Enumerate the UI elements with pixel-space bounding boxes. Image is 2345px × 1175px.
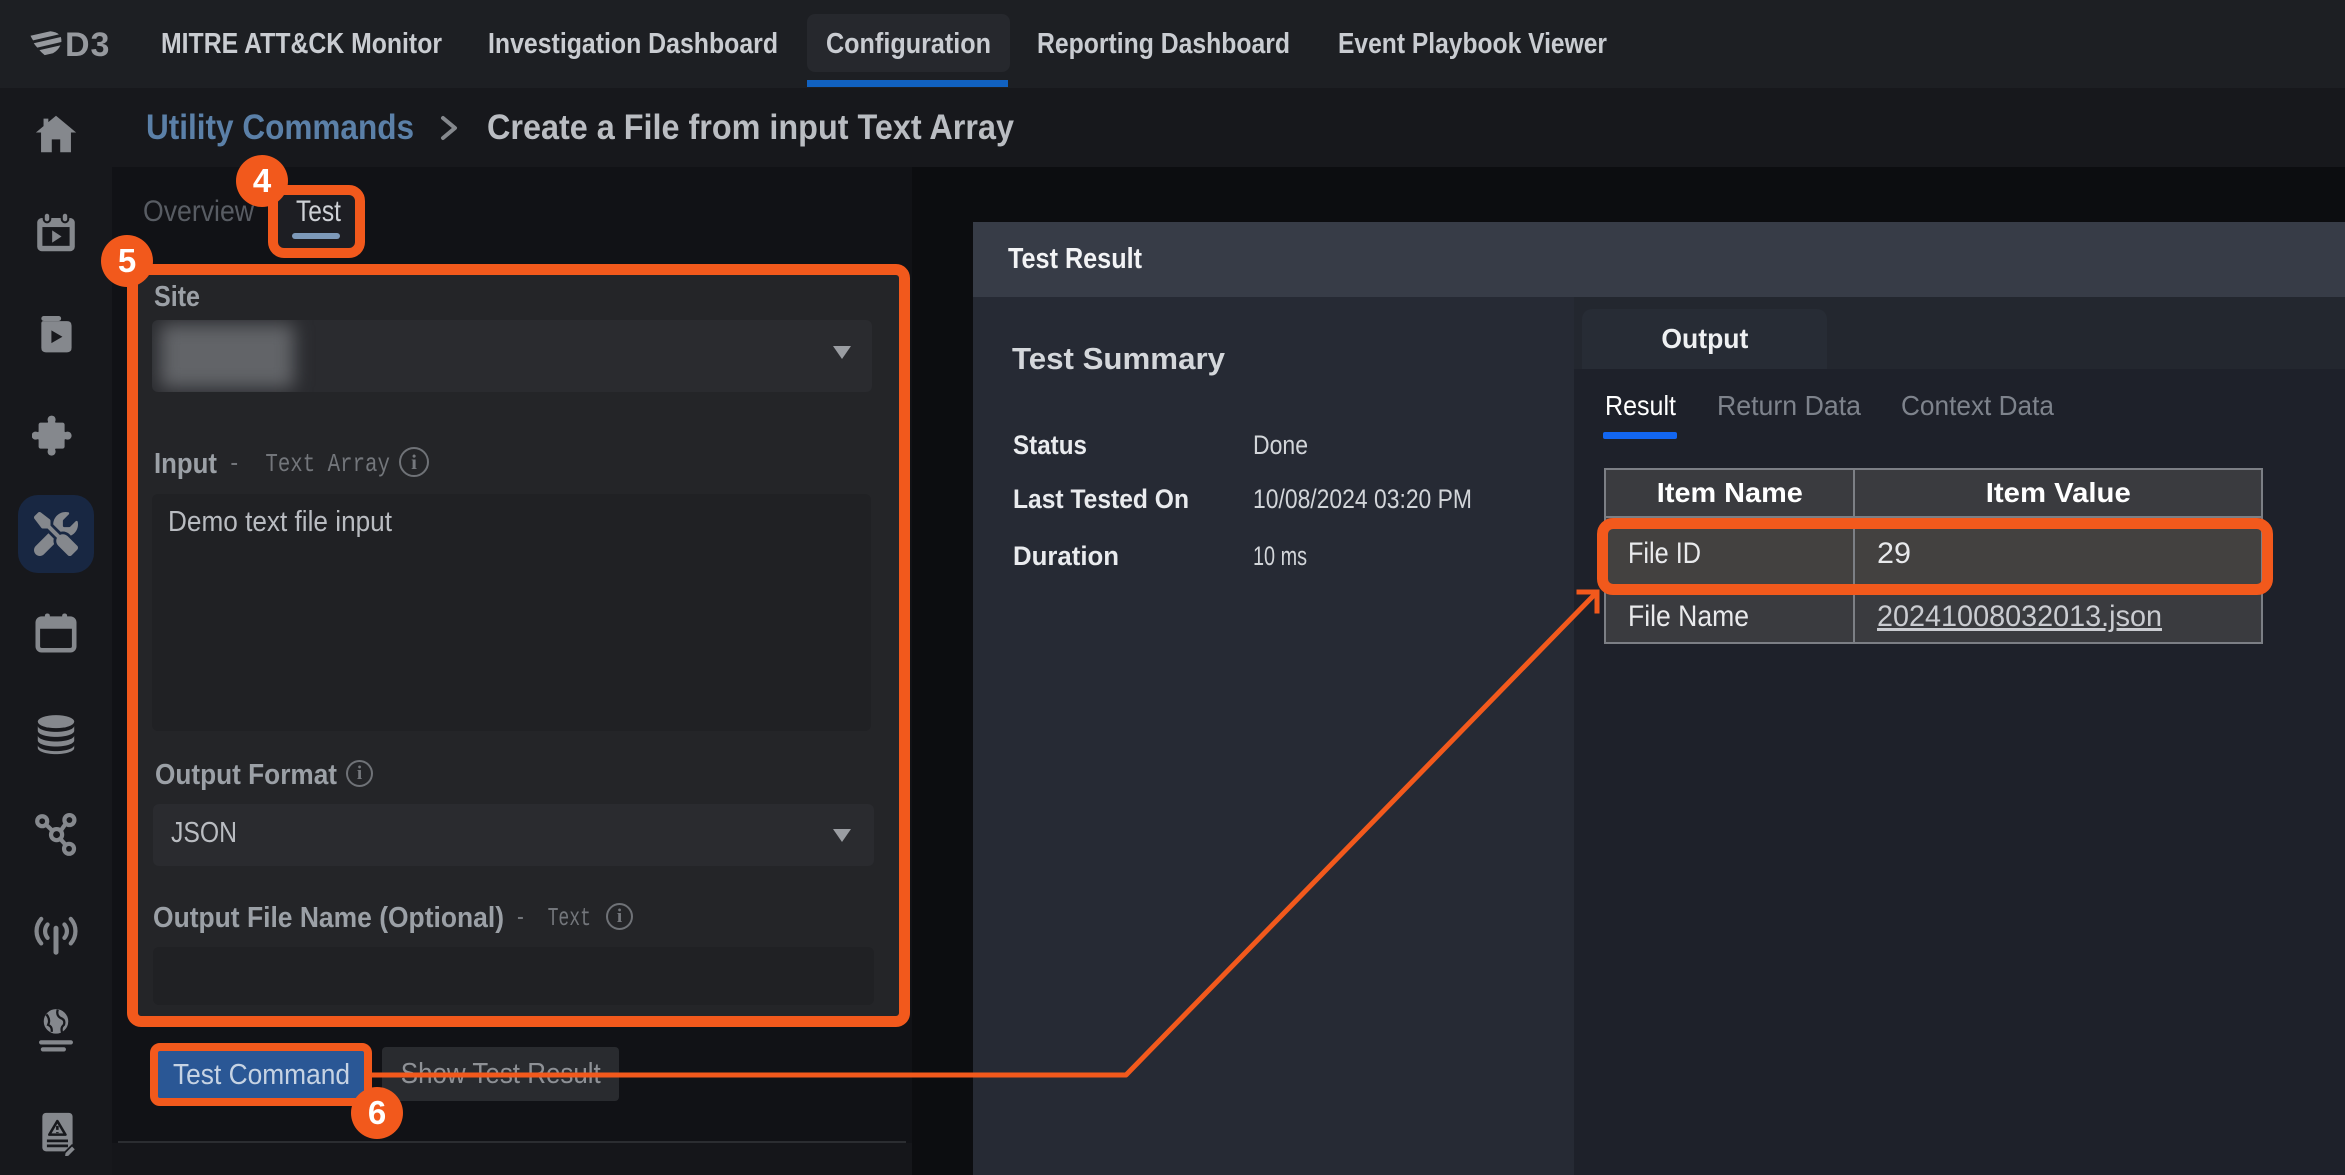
svg-text:D3: D3 xyxy=(65,26,110,60)
